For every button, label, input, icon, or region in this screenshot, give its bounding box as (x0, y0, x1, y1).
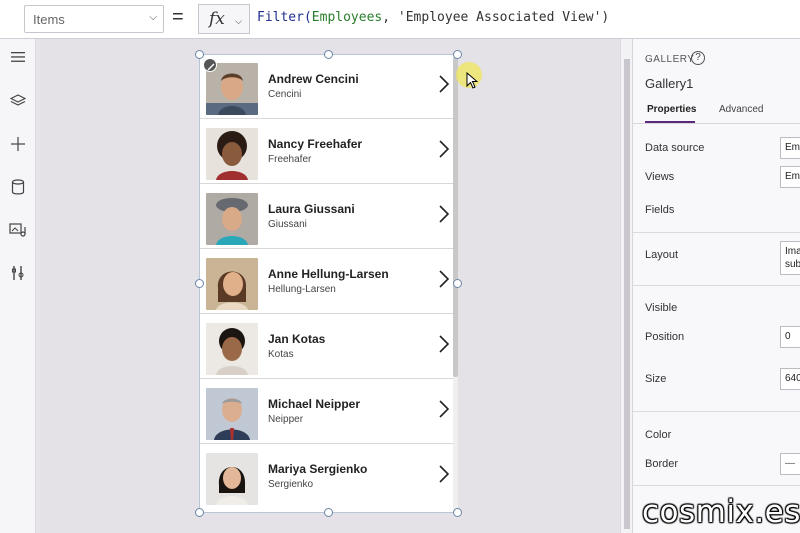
edit-template-icon[interactable] (203, 58, 217, 72)
resize-handle-top[interactable] (324, 50, 333, 59)
position-x-input[interactable]: 0 (780, 326, 800, 348)
employee-gallery[interactable]: Andrew Cencini Cencini Nancy Freehafer F… (199, 54, 458, 514)
help-icon[interactable]: ? (691, 51, 705, 65)
divider (633, 232, 800, 233)
formula-separator: , (382, 10, 398, 25)
layers-icon[interactable] (8, 93, 28, 113)
formula-arg-source: Employees (311, 10, 383, 25)
employee-subtitle: Freehafer (268, 154, 312, 165)
formula-close: ) (601, 10, 610, 25)
employee-name: Jan Kotas (268, 332, 326, 346)
gallery-row[interactable]: Nancy Freehafer Freehafer (200, 120, 453, 184)
mouse-pointer-icon (466, 72, 478, 89)
divider (633, 485, 800, 486)
control-name[interactable]: Gallery1 (645, 76, 693, 91)
canvas-scrollbar[interactable] (620, 39, 632, 533)
properties-panel: GALLERY ? Gallery1 Properties Advanced D… (632, 39, 800, 533)
left-rail (0, 39, 36, 533)
resize-handle-bottom-right[interactable] (453, 508, 462, 517)
views-label: Views (645, 171, 675, 183)
gallery-row[interactable]: Andrew Cencini Cencini (200, 55, 453, 119)
divider (633, 285, 800, 286)
employee-subtitle: Cencini (268, 89, 302, 100)
employee-subtitle: Giussani (268, 219, 307, 230)
watermark: cosmix.es (642, 494, 800, 530)
divider (633, 411, 800, 412)
tab-advanced[interactable]: Advanced (719, 104, 763, 115)
gallery-row[interactable]: Michael Neipper Neipper (200, 380, 453, 444)
formula-bar: Items ⌵ = fx ⌵ Filter(Employees, 'Employ… (0, 0, 800, 39)
employee-subtitle: Hellung-Larsen (268, 284, 336, 295)
data-icon[interactable] (8, 179, 28, 199)
layout-value-line2: sub (785, 259, 800, 270)
employee-subtitle: Sergienko (268, 479, 314, 490)
size-label: Size (645, 373, 667, 385)
divider (633, 123, 800, 124)
add-icon[interactable] (8, 136, 28, 156)
gallery-row[interactable]: Laura Giussani Giussani (200, 185, 453, 249)
resize-handle-top-left[interactable] (195, 50, 204, 59)
property-dropdown-value: Items (33, 12, 65, 27)
tools-icon[interactable] (8, 265, 28, 285)
employee-photo (206, 258, 258, 310)
employee-name: Michael Neipper (268, 397, 361, 411)
chevron-right-icon[interactable] (437, 268, 451, 290)
chevron-right-icon[interactable] (437, 463, 451, 485)
fx-icon: fx (209, 9, 225, 29)
employee-photo (206, 193, 258, 245)
employee-photo (206, 323, 258, 375)
employee-name: Mariya Sergienko (268, 462, 368, 476)
employee-photo (206, 128, 258, 180)
employee-subtitle: Kotas (268, 349, 294, 360)
chevron-down-icon: ⌵ (235, 16, 242, 26)
employee-name: Anne Hellung-Larsen (268, 267, 389, 281)
layout-label: Layout (645, 249, 679, 261)
property-dropdown[interactable]: Items ⌵ (24, 5, 164, 33)
border-label: Border (645, 458, 679, 470)
chevron-right-icon[interactable] (437, 398, 451, 420)
resize-handle-bottom-left[interactable] (195, 508, 204, 517)
menu-icon[interactable] (8, 50, 28, 70)
tab-properties[interactable]: Properties (647, 104, 696, 115)
chevron-right-icon[interactable] (437, 203, 451, 225)
chevron-down-icon: ⌵ (149, 12, 157, 23)
color-label: Color (645, 429, 672, 441)
employee-name: Laura Giussani (268, 202, 355, 216)
equals-sign: = (172, 6, 184, 28)
layout-value-line1: Ima (785, 246, 800, 257)
employee-subtitle: Neipper (268, 414, 304, 425)
scrollbar-thumb[interactable] (453, 57, 458, 377)
fx-button[interactable]: fx ⌵ (198, 4, 250, 34)
chevron-right-icon[interactable] (437, 333, 451, 355)
chevron-right-icon[interactable] (437, 138, 451, 160)
formula-function: Filter( (257, 10, 312, 25)
gallery-row[interactable]: Anne Hellung-Larsen Hellung-Larsen (200, 250, 453, 314)
data-source-dropdown[interactable]: Emp (780, 137, 800, 159)
media-icon[interactable] (8, 222, 28, 242)
position-label: Position (645, 331, 685, 343)
data-source-label: Data source (645, 142, 705, 154)
layout-dropdown[interactable]: Ima sub (780, 241, 800, 275)
resize-handle-right[interactable] (453, 279, 462, 288)
employee-name: Nancy Freehafer (268, 137, 363, 151)
views-dropdown[interactable]: Emp (780, 166, 800, 188)
formula-input[interactable]: Filter(Employees, 'Employee Associated V… (257, 10, 609, 25)
employee-name: Andrew Cencini (268, 72, 359, 86)
control-type-label: GALLERY (645, 54, 695, 65)
gallery-row[interactable]: Mariya Sergienko Sergienko (200, 445, 453, 509)
resize-handle-top-right[interactable] (453, 50, 462, 59)
resize-handle-bottom[interactable] (324, 508, 333, 517)
visible-label: Visible (645, 302, 678, 314)
size-width-input[interactable]: 640 (780, 368, 800, 390)
fields-label[interactable]: Fields (645, 204, 674, 216)
formula-arg-view: 'Employee Associated View' (397, 10, 602, 25)
employee-photo (206, 453, 258, 505)
employee-photo (206, 388, 258, 440)
scrollbar-thumb[interactable] (624, 59, 630, 529)
gallery-row[interactable]: Jan Kotas Kotas (200, 315, 453, 379)
border-style-dropdown[interactable]: — (780, 453, 800, 475)
resize-handle-left[interactable] (195, 279, 204, 288)
chevron-right-icon[interactable] (437, 73, 451, 95)
